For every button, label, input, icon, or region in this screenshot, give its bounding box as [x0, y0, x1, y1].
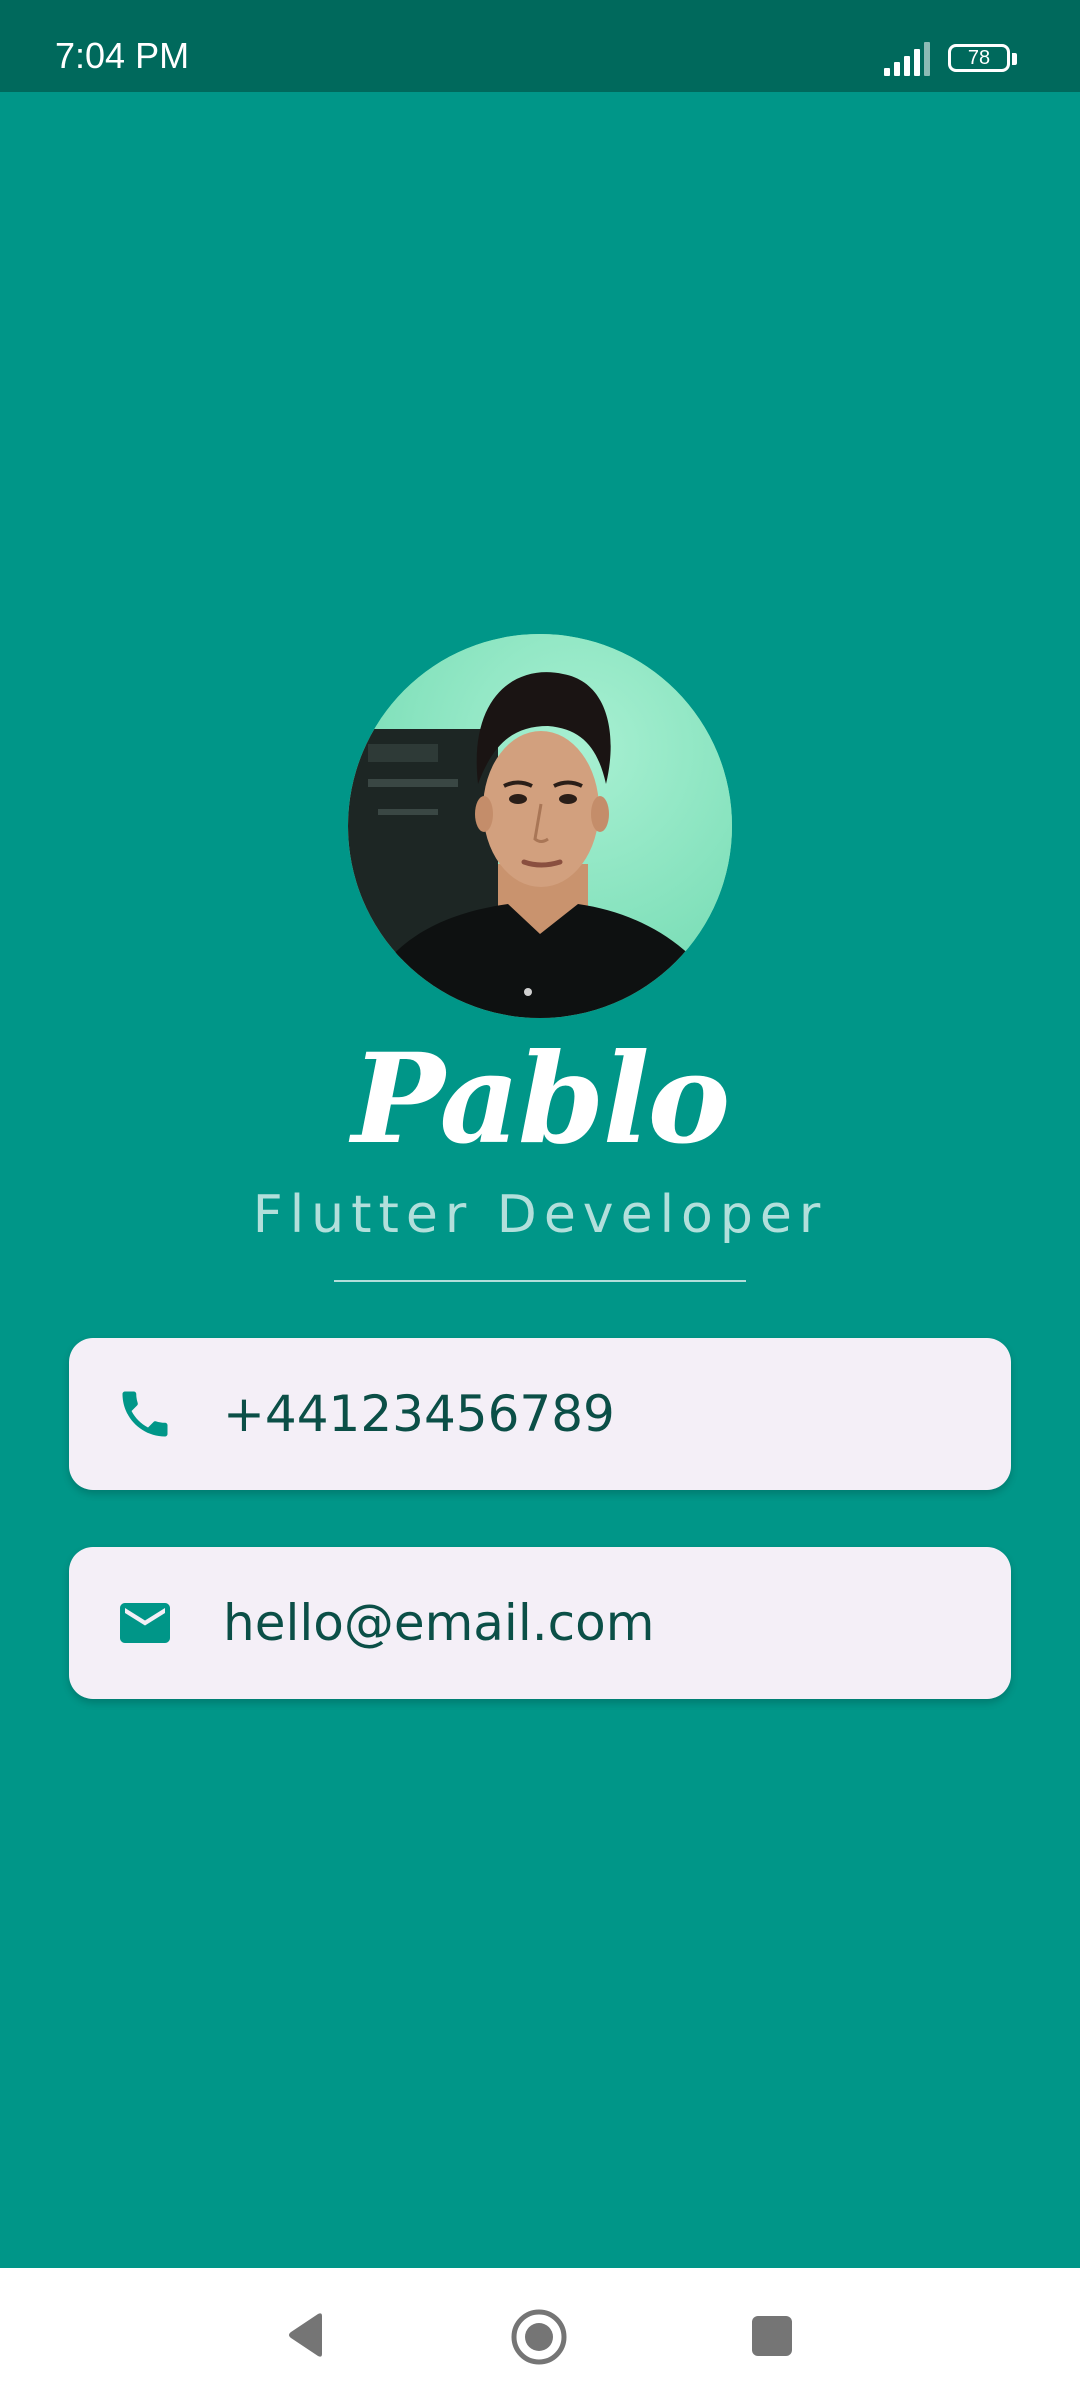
email-address: hello@email.com [223, 1594, 655, 1652]
battery-tip [1012, 53, 1017, 65]
phone-number: +44123456789 [223, 1385, 615, 1443]
profile-photo [348, 634, 732, 1018]
home-circle-icon[interactable] [510, 2308, 568, 2366]
profile-title: Flutter Developer [252, 1185, 828, 1245]
email-icon [120, 1603, 170, 1643]
back-triangle-icon[interactable] [286, 2312, 326, 2358]
signal-bars-icon [884, 42, 930, 76]
system-nav-bar [0, 2268, 1080, 2400]
recents-square-icon[interactable] [752, 2316, 792, 2356]
battery-icon: 78 [948, 44, 1020, 76]
email-card[interactable]: hello@email.com [69, 1547, 1011, 1699]
battery-level: 78 [967, 47, 991, 69]
status-time: 7:04 PM [55, 35, 190, 76]
profile-name: Pablo [351, 1027, 731, 1172]
divider [334, 1280, 746, 1282]
phone-icon [122, 1391, 168, 1437]
phone-card[interactable]: +44123456789 [69, 1338, 1011, 1490]
profile-avatar [348, 634, 732, 1018]
status-bar: 7:04 PM 78 [0, 0, 1080, 92]
